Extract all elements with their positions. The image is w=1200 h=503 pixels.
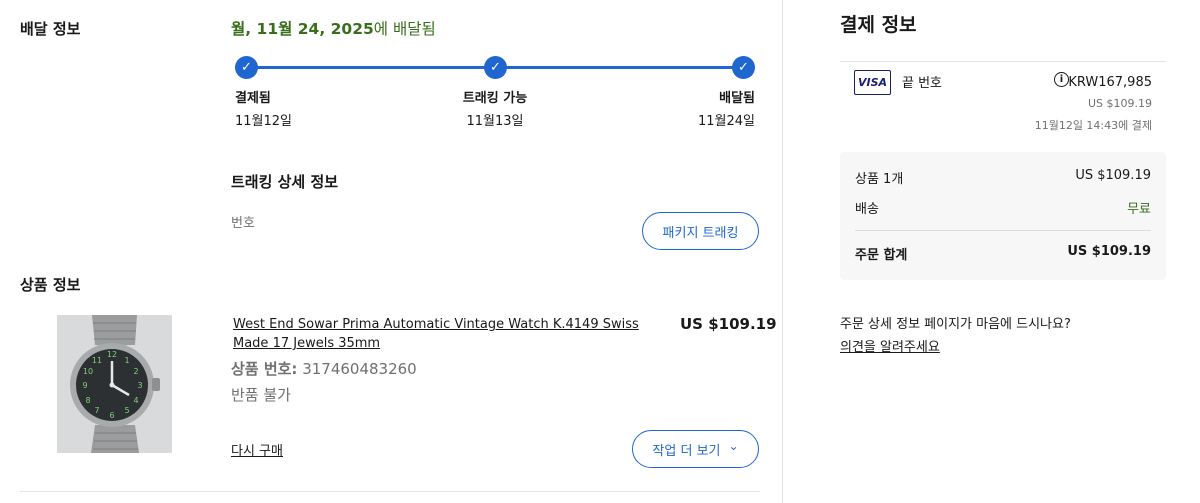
return-policy: 반품 불가 bbox=[231, 386, 291, 404]
item-number: 상품 번호: 317460483260 bbox=[231, 358, 417, 379]
track-package-button[interactable]: 패키지 트래킹 bbox=[642, 212, 759, 250]
step-paid-title: 결제됨 bbox=[235, 91, 271, 106]
step-tracking-check-icon: ✓ bbox=[484, 56, 507, 79]
more-actions-button[interactable]: 작업 더 보기 ⌄ bbox=[632, 430, 759, 468]
svg-text:10: 10 bbox=[83, 367, 93, 376]
feedback-link[interactable]: 의견을 알려주세요 bbox=[840, 336, 940, 355]
more-actions-label: 작업 더 보기 bbox=[652, 443, 721, 459]
product-title-link[interactable]: West End Sowar Prima Automatic Vintage W… bbox=[233, 315, 673, 353]
payment-title: 결제 정보 bbox=[840, 14, 917, 36]
svg-text:11: 11 bbox=[92, 356, 102, 365]
summary-shipping-value: 무료 bbox=[1127, 202, 1151, 217]
progress-segment-1 bbox=[246, 66, 495, 69]
payment-amount-krw: KRW167,985 bbox=[1068, 75, 1152, 90]
delivery-date-suffix: 에 배달됨 bbox=[373, 20, 436, 38]
payment-timestamp: 11월12일 14:43에 결제 bbox=[1034, 119, 1152, 132]
info-icon[interactable]: i bbox=[1054, 72, 1069, 87]
delivery-date-value: 월, 11월 24, 2025 bbox=[231, 20, 374, 38]
product-price: US $109.19 bbox=[680, 315, 777, 333]
svg-text:5: 5 bbox=[124, 406, 129, 415]
visa-card-icon: VISA bbox=[854, 70, 891, 95]
payment-amount-usd: US $109.19 bbox=[1087, 97, 1152, 110]
step-delivered-title: 배달됨 bbox=[719, 91, 755, 106]
svg-text:1: 1 bbox=[124, 356, 129, 365]
summary-total-label: 주문 합계 bbox=[855, 248, 908, 263]
buy-again-link[interactable]: 다시 구매 bbox=[231, 440, 283, 459]
product-section-label: 상품 정보 bbox=[20, 276, 81, 294]
payment-panel: 결제 정보 VISA 끝 번호 i KRW167,985 US $109.19 … bbox=[783, 0, 1200, 503]
svg-text:6: 6 bbox=[109, 411, 114, 420]
summary-divider bbox=[855, 230, 1151, 231]
shipping-section-label: 배달 정보 bbox=[20, 20, 81, 38]
summary-items-row: 상품 1개 US $109.19 bbox=[855, 168, 1151, 187]
step-paid-date: 11월12일 bbox=[235, 114, 293, 129]
step-delivered-date: 11월24일 bbox=[697, 114, 755, 129]
tracking-details-title: 트래킹 상세 정보 bbox=[231, 173, 339, 191]
svg-text:4: 4 bbox=[133, 396, 138, 405]
summary-shipping-label: 배송 bbox=[855, 202, 879, 217]
svg-text:8: 8 bbox=[85, 396, 90, 405]
product-divider bbox=[20, 491, 760, 492]
delivery-date: 월, 11월 24, 2025에 배달됨 bbox=[231, 17, 436, 39]
order-summary: 상품 1개 US $109.19 배송 무료 주문 합계 US $109.19 bbox=[840, 152, 1166, 280]
tracking-number-label: 번호 bbox=[231, 216, 255, 231]
summary-items-value: US $109.19 bbox=[1075, 168, 1151, 183]
order-details-panel: 배달 정보 월, 11월 24, 2025에 배달됨 ✓ ✓ ✓ 결제됨 11월… bbox=[0, 0, 782, 503]
svg-text:9: 9 bbox=[82, 381, 87, 390]
summary-items-label: 상품 1개 bbox=[855, 172, 904, 187]
svg-text:2: 2 bbox=[133, 367, 138, 376]
step-paid-check-icon: ✓ bbox=[235, 56, 258, 79]
svg-text:7: 7 bbox=[94, 406, 99, 415]
summary-total-value: US $109.19 bbox=[1067, 244, 1151, 259]
svg-text:3: 3 bbox=[137, 381, 142, 390]
progress-segment-2 bbox=[495, 66, 743, 69]
chevron-down-icon: ⌄ bbox=[728, 439, 739, 453]
step-tracking-title: 트래킹 가능 bbox=[462, 91, 528, 106]
svg-text:12: 12 bbox=[107, 350, 117, 359]
step-delivered-check-icon: ✓ bbox=[732, 56, 755, 79]
step-tracking-date: 11월13일 bbox=[466, 114, 524, 129]
payment-divider bbox=[840, 61, 1166, 62]
product-image[interactable]: 12 3 6 9 12 45 7 8 10 11 bbox=[57, 315, 172, 453]
card-end-label: 끝 번호 bbox=[902, 76, 943, 91]
summary-shipping-row: 배송 무료 bbox=[855, 198, 1151, 217]
item-number-label: 상품 번호: bbox=[231, 360, 298, 378]
item-number-value: 317460483260 bbox=[302, 360, 417, 378]
feedback-question: 주문 상세 정보 페이지가 마음에 드시나요? bbox=[840, 317, 1071, 332]
summary-total-row: 주문 합계 US $109.19 bbox=[855, 244, 1151, 263]
